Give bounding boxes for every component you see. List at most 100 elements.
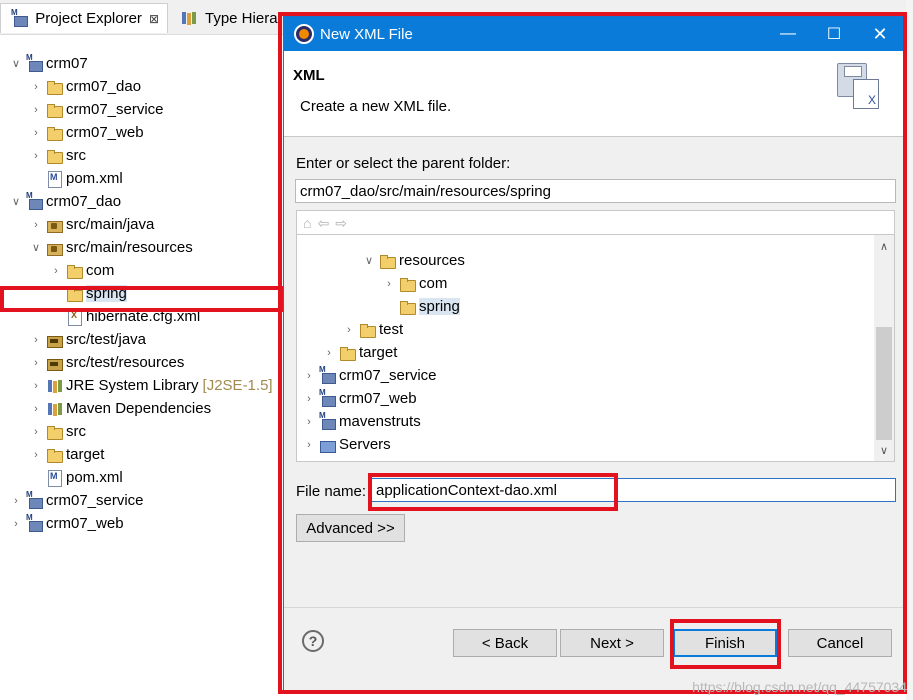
chevron-right-icon[interactable]: › bbox=[28, 401, 44, 417]
folder-tree-item[interactable]: › Servers bbox=[301, 433, 391, 456]
tree-item-label: hibernate.cfg.xml bbox=[86, 308, 201, 325]
tree-item-label: crm07_service bbox=[66, 101, 164, 118]
chevron-down-icon[interactable]: ∨ bbox=[28, 240, 44, 256]
folder-tree-item-label: resources bbox=[399, 252, 465, 269]
tab-project-explorer[interactable]: Project Explorer ⊠ bbox=[0, 3, 168, 33]
tree-item[interactable]: › crm07_service bbox=[28, 98, 164, 121]
chevron-right-icon[interactable]: › bbox=[8, 516, 24, 532]
tree-item[interactable]: › src bbox=[28, 144, 86, 167]
home-icon[interactable]: ⌂ bbox=[303, 215, 311, 231]
tree-item[interactable]: › crm07_web bbox=[8, 512, 123, 535]
chevron-right-icon[interactable]: › bbox=[381, 276, 397, 292]
folder-icon bbox=[339, 345, 356, 361]
watermark: https://blog.csdn.net/qq_44757034 bbox=[692, 679, 907, 695]
chevron-right-icon[interactable]: › bbox=[28, 332, 44, 348]
chevron-right-icon[interactable]: › bbox=[28, 424, 44, 440]
folder-tree-item[interactable]: › crm07_web bbox=[301, 387, 416, 410]
folder-icon bbox=[66, 263, 83, 279]
chevron-down-icon[interactable]: ∨ bbox=[8, 194, 24, 210]
chevron-down-icon[interactable]: ∨ bbox=[361, 253, 377, 269]
wizard-description: Create a new XML file. bbox=[300, 98, 452, 115]
tree-item[interactable]: spring bbox=[48, 282, 127, 305]
next-button[interactable]: Next > bbox=[560, 629, 664, 657]
folder-tree-item[interactable]: › com bbox=[381, 272, 447, 295]
folder-tree-item[interactable]: › test bbox=[341, 318, 403, 341]
chevron-down-icon[interactable]: ∨ bbox=[8, 56, 24, 72]
chevron-right-icon[interactable]: › bbox=[28, 355, 44, 371]
tree-item-label: pom.xml bbox=[66, 469, 123, 486]
project-icon bbox=[319, 411, 336, 430]
folder-tree-scrollbar[interactable]: ∧ ∨ bbox=[874, 235, 894, 461]
folder-icon bbox=[46, 148, 63, 164]
tree-item[interactable]: ∨ src/main/resources bbox=[28, 236, 193, 259]
back-arrow-icon[interactable]: ⇦ bbox=[317, 215, 329, 232]
tree-item[interactable]: › crm07_service bbox=[8, 489, 143, 512]
tree-item[interactable]: › com bbox=[48, 259, 114, 282]
chevron-right-icon[interactable]: › bbox=[28, 79, 44, 95]
wizard-banner: XML Create a new XML file. X bbox=[284, 51, 903, 137]
back-button[interactable]: < Back bbox=[453, 629, 557, 657]
folder-tree-item[interactable]: › mavenstruts bbox=[301, 410, 421, 433]
tree-item[interactable]: › src bbox=[28, 420, 86, 443]
tree-item[interactable]: › crm07_web bbox=[28, 121, 143, 144]
tree-item[interactable]: ∨ crm07 bbox=[8, 52, 88, 75]
minimize-button[interactable]: — bbox=[765, 17, 811, 51]
chevron-right-icon[interactable]: › bbox=[301, 414, 317, 430]
close-button[interactable]: ✕ bbox=[857, 17, 903, 51]
chevron-right-icon[interactable]: › bbox=[28, 148, 44, 164]
tree-item[interactable]: hibernate.cfg.xml bbox=[48, 305, 200, 328]
folder-tree-item[interactable]: › target bbox=[321, 341, 397, 364]
advanced-button[interactable]: Advanced >> bbox=[296, 514, 405, 542]
chevron-right-icon[interactable]: › bbox=[28, 447, 44, 463]
folder-icon bbox=[66, 286, 83, 302]
chevron-right-icon[interactable]: › bbox=[301, 368, 317, 384]
scroll-thumb[interactable] bbox=[876, 327, 892, 440]
xmlfile-icon bbox=[46, 170, 62, 188]
pkgfolder-icon bbox=[46, 332, 63, 348]
tree-item[interactable]: › crm07_dao bbox=[28, 75, 141, 98]
scroll-down-icon[interactable]: ∨ bbox=[874, 441, 894, 459]
chevron-right-icon[interactable]: › bbox=[301, 391, 317, 407]
tree-item[interactable]: › src/test/java bbox=[28, 328, 146, 351]
chevron-right-icon[interactable]: › bbox=[48, 263, 64, 279]
forward-arrow-icon[interactable]: ⇨ bbox=[335, 215, 347, 232]
finish-button[interactable]: Finish bbox=[673, 629, 777, 657]
tree-item[interactable]: › Maven Dependencies bbox=[28, 397, 211, 420]
help-icon[interactable]: ? bbox=[302, 630, 324, 652]
tree-item-label: crm07 bbox=[46, 55, 88, 72]
chevron-right-icon[interactable]: › bbox=[28, 102, 44, 118]
chevron-right-icon[interactable]: › bbox=[28, 378, 44, 394]
scroll-up-icon[interactable]: ∧ bbox=[874, 237, 894, 255]
chevron-right-icon[interactable]: › bbox=[8, 493, 24, 509]
footer-separator bbox=[284, 607, 903, 608]
tree-item[interactable]: › target bbox=[28, 443, 104, 466]
tree-item[interactable]: › src/test/resources bbox=[28, 351, 184, 374]
chevron-right-icon[interactable]: › bbox=[28, 125, 44, 141]
folder-tree-item[interactable]: ∨ resources bbox=[361, 249, 465, 272]
close-icon[interactable]: ⊠ bbox=[149, 12, 159, 26]
chevron-right-icon[interactable]: › bbox=[301, 437, 317, 453]
tree-item[interactable]: › src/main/java bbox=[28, 213, 154, 236]
dialog-title-bar[interactable]: New XML File — ☐ ✕ bbox=[284, 17, 903, 51]
maximize-button[interactable]: ☐ bbox=[811, 17, 857, 51]
folder-tree-item[interactable]: › crm07_service bbox=[301, 364, 436, 387]
tree-item[interactable]: › JRE System Library [J2SE-1.5] bbox=[28, 374, 272, 397]
folder-tree-item[interactable]: spring bbox=[381, 295, 460, 318]
cancel-button[interactable]: Cancel bbox=[788, 629, 892, 657]
file-name-input[interactable] bbox=[371, 478, 896, 502]
tree-item[interactable]: pom.xml bbox=[28, 466, 123, 489]
parent-folder-input[interactable] bbox=[295, 179, 896, 203]
chevron-right-icon[interactable]: › bbox=[28, 217, 44, 233]
chevron-right-icon[interactable]: › bbox=[321, 345, 337, 361]
tree-item[interactable]: ∨ crm07_dao bbox=[8, 190, 121, 213]
chevron-right-icon[interactable]: › bbox=[341, 322, 357, 338]
folder-tree-item-label: com bbox=[419, 275, 448, 292]
tree-item[interactable]: pom.xml bbox=[28, 167, 123, 190]
folder-icon bbox=[46, 125, 63, 141]
library-icon bbox=[46, 378, 62, 394]
dialog-title: New XML File bbox=[320, 25, 413, 43]
